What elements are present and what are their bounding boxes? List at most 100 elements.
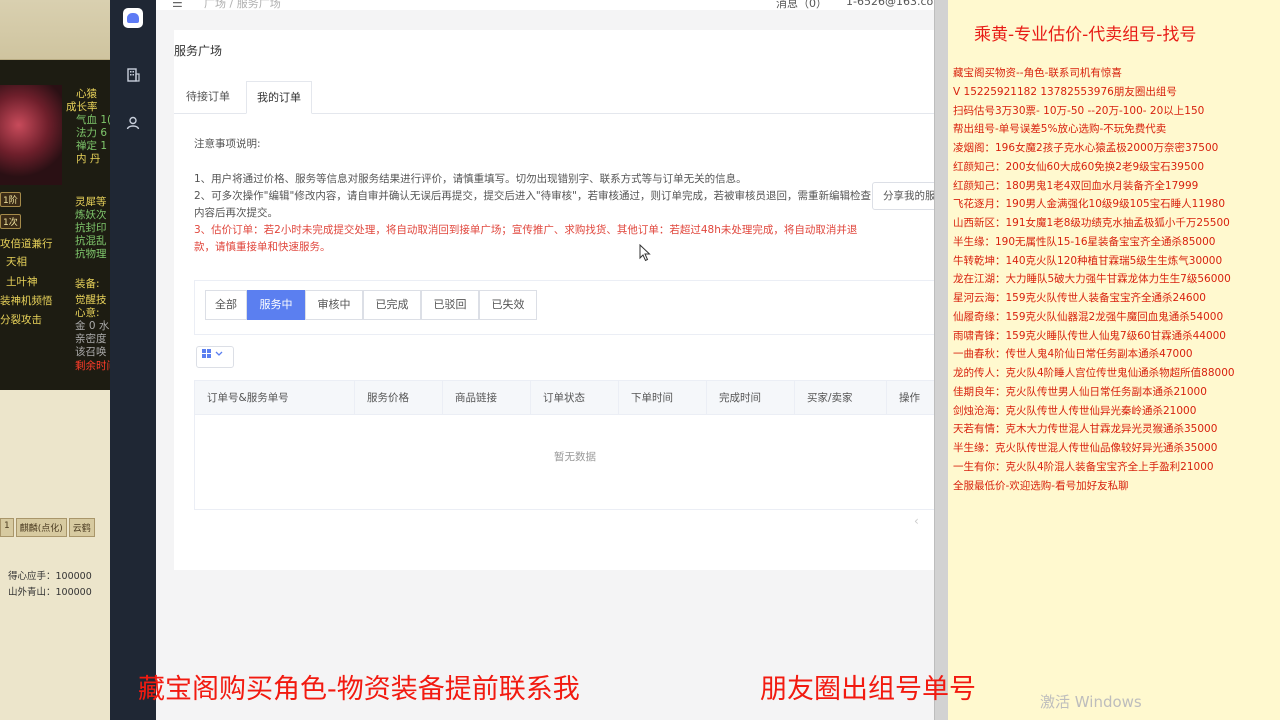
equip-label: 觉醒技 xyxy=(75,294,107,306)
pet-stat: 气血 1( xyxy=(76,114,110,126)
skill-label: 抗物理 xyxy=(75,248,107,260)
ad-line: 龙在江湖：大力睡队5破大力强牛甘霖龙体力生生7级56000 xyxy=(953,273,1231,286)
ad-line: 剑烛沧海：克火队传世人传世仙异光秦岭通杀21000 xyxy=(953,404,1197,417)
app-main: ☰ 广场 / 服务广场 消息（0） 1-6526@163.com 服务广场 待接… xyxy=(156,0,934,720)
equip-label: 亲密度 xyxy=(75,333,107,345)
column-header: 买家/卖家 xyxy=(795,381,887,415)
tab-my-orders[interactable]: 我的订单 xyxy=(246,81,312,114)
game-bottom-panel xyxy=(0,390,110,720)
pager-prev-icon[interactable]: ‹ xyxy=(914,514,919,528)
column-header: 完成时间 xyxy=(707,381,795,415)
app-logo[interactable] xyxy=(123,8,143,28)
ad-line: 仙履奇缘：159克火队仙器混2龙强牛魔回血鬼通杀54000 xyxy=(953,310,1224,323)
ad-line: 山西新区：191女魔1老8级功绩克水抽孟极狐小千万25500 xyxy=(953,217,1230,229)
menu-icon[interactable]: ☰ xyxy=(172,0,183,10)
equip-label: 金 0 水 xyxy=(75,320,110,332)
time-warning: 剩余时间 xyxy=(75,360,110,372)
ad-line: 雨啸青锋：159克火睡队传世人仙鬼7级60甘霖通杀44000 xyxy=(953,329,1226,342)
skill-label: 抗混乱 xyxy=(75,235,107,247)
ad-line: 全服最低价-欢迎选购-看号加好友私聊 xyxy=(953,479,1129,492)
equip-label: 装备: xyxy=(75,278,100,290)
ad-line: 扫码估号3万30票- 10万-50 --20万-100- 20以上150 xyxy=(953,104,1205,117)
equip-label: 心意: xyxy=(75,307,100,319)
service-card: 服务广场 待接订单 我的订单 注意事项说明: 1、用户将通过价格、服务等信息对服… xyxy=(174,30,934,570)
level-badge[interactable]: 1阶 xyxy=(0,192,21,207)
column-header: 操作 xyxy=(899,392,920,404)
pet-stat: 内 丹 xyxy=(76,153,101,165)
pet-tab[interactable]: 1 xyxy=(0,518,14,537)
skill-item: 攻倍道兼行 xyxy=(0,238,53,250)
tab-pending-orders[interactable]: 待接订单 xyxy=(176,81,240,114)
column-header: 下单时间 xyxy=(619,381,707,415)
ad-line: 佳期良年：克火队传世男人仙日常任务副本通杀21000 xyxy=(953,385,1207,398)
ad-overlay: 乘黄-专业估价-代卖组号-找号 藏宝阁买物资--角色-联系司机有惊喜 V 152… xyxy=(948,0,1280,720)
building-icon[interactable] xyxy=(110,66,156,90)
notice-block: 注意事项说明: 1、用户将通过价格、服务等信息对服务结果进行评价，请慎重填写。切… xyxy=(194,136,874,256)
share-service-button[interactable]: 分享我的服务 xyxy=(872,182,934,210)
filter-reviewing[interactable]: 审核中 xyxy=(305,290,363,320)
ad-list: 藏宝阁买物资--角色-联系司机有惊喜 V 15225921182 1378255… xyxy=(953,64,1278,495)
ad-line: 帮出组号-单号误差5%放心选购-不玩免费代卖 xyxy=(953,123,1167,136)
skill-item: 土叶神 xyxy=(6,276,38,288)
ad-line: 一曲春秋：传世人鬼4阶仙日常任务副本通杀47000 xyxy=(953,348,1193,361)
filter-completed[interactable]: 已完成 xyxy=(363,290,421,320)
skill-item: 天相 xyxy=(6,256,27,268)
level-badge[interactable]: 1次 xyxy=(0,214,21,229)
window-divider[interactable] xyxy=(934,0,948,720)
skill-label: 抗封印 xyxy=(75,222,107,234)
order-tabs: 待接订单 我的订单 xyxy=(174,81,934,114)
game-panel: 心猿 成长率 气血 1( 法力 6 禅定 1 内 丹 1阶 1次 灵犀等 炼妖次… xyxy=(0,0,110,720)
empty-state: 暂无数据 xyxy=(554,451,596,463)
skill-label: 灵犀等 xyxy=(75,196,107,208)
notice-title: 注意事项说明: xyxy=(194,138,261,150)
skill-item: 装神机频悟 xyxy=(0,295,53,307)
messages-link[interactable]: 消息（0） xyxy=(776,0,827,11)
status-filter: 全部 服务中 审核中 已完成 已驳回 已失效 xyxy=(194,280,934,335)
ad-line: 半生缘：克火队传世混人传世仙品像较好异光通杀35000 xyxy=(953,442,1218,454)
ad-line: 龙的传人：克火队4阶睡人宫位传世鬼仙通杀物超所值88000 xyxy=(953,367,1235,379)
user-email[interactable]: 1-6526@163.com xyxy=(846,0,934,8)
breadcrumb: 广场 / 服务广场 xyxy=(204,0,281,10)
ad-line: 红颜知己：180男鬼1老4双回血水月装备齐全17999 xyxy=(953,179,1199,192)
pet-tab[interactable]: 云鹤 xyxy=(68,518,95,537)
pet-tabs: 1 麒麟(点化) 云鹤 xyxy=(0,518,95,537)
filter-expired[interactable]: 已失效 xyxy=(479,290,537,320)
ad-line: V 15225921182 13782553976朋友圈出组号 xyxy=(953,85,1177,98)
pet-stat: 成长率 xyxy=(66,101,98,113)
orders-table: 订单号&服务单号 服务价格 商品链接 订单状态 下单时间 完成时间 买家/卖家 … xyxy=(194,380,934,510)
pet-tab[interactable]: 麒麟(点化) xyxy=(15,518,67,537)
filter-rejected[interactable]: 已驳回 xyxy=(421,290,479,320)
ad-line: 凌烟阁：196女魔2孩子克水心猿孟极2000万奈密37500 xyxy=(953,142,1219,154)
skill-label: 炼妖次 xyxy=(75,209,107,221)
ad-line: 飞花逐月：190男人金满强化10级9级105宝石睡人11980 xyxy=(953,198,1226,211)
pet-stat: 法力 6 xyxy=(76,127,108,139)
page-title: 服务广场 xyxy=(174,44,223,58)
column-header: 订单状态 xyxy=(531,381,619,415)
skill-item: 分裂攻击 xyxy=(0,314,42,326)
table-header: 订单号&服务单号 服务价格 商品链接 订单状态 下单时间 完成时间 买家/卖家 … xyxy=(195,381,934,415)
pet-stat: 禅定 1 xyxy=(76,140,108,152)
stat-value: 得心应手：100000 xyxy=(8,571,92,582)
ad-line: 藏宝阁买物资--角色-联系司机有惊喜 xyxy=(953,67,1122,79)
ad-line: 红颜知己：200女仙60大成60免换2老9级宝石39500 xyxy=(953,160,1205,173)
column-header: 服务价格 xyxy=(355,381,443,415)
user-icon[interactable] xyxy=(110,114,156,138)
notice-item: 2、可多次操作"编辑"修改内容，请自审并确认无误后再提交，提交后进入"待审核"，… xyxy=(194,190,871,219)
pet-portrait xyxy=(0,85,62,185)
ad-line: 天若有情：克木大力传世混人甘霖龙异光灵猴通杀35000 xyxy=(953,423,1218,436)
app-sidebar xyxy=(110,0,156,720)
stat-value: 山外青山：100000 xyxy=(8,587,92,598)
grid-icon[interactable] xyxy=(196,346,234,368)
ad-line: 一生有你：克火队4阶混人装备宝宝齐全上手盈利21000 xyxy=(953,460,1214,473)
notice-item-warning: 3、估价订单：若2小时未完成提交处理，将自动取消回到接单广场；宣传推广、求购找货… xyxy=(194,224,858,253)
column-header: 商品链接 xyxy=(443,381,531,415)
equip-label: 该召唤 xyxy=(75,346,107,358)
top-bar: ☰ 广场 / 服务广场 消息（0） 1-6526@163.com xyxy=(156,0,934,10)
pet-stat: 心猿 xyxy=(76,88,97,100)
column-header: 订单号&服务单号 xyxy=(195,381,355,415)
filter-in-service[interactable]: 服务中 xyxy=(247,290,305,320)
filter-all[interactable]: 全部 xyxy=(205,290,247,320)
cursor-icon xyxy=(639,244,651,262)
ad-line: 半生缘：190无属性队15-16星装备宝宝齐全通杀85000 xyxy=(953,235,1216,248)
ad-line: 牛转乾坤：140克火队120种植甘霖瑞5级生生炼气30000 xyxy=(953,254,1223,267)
